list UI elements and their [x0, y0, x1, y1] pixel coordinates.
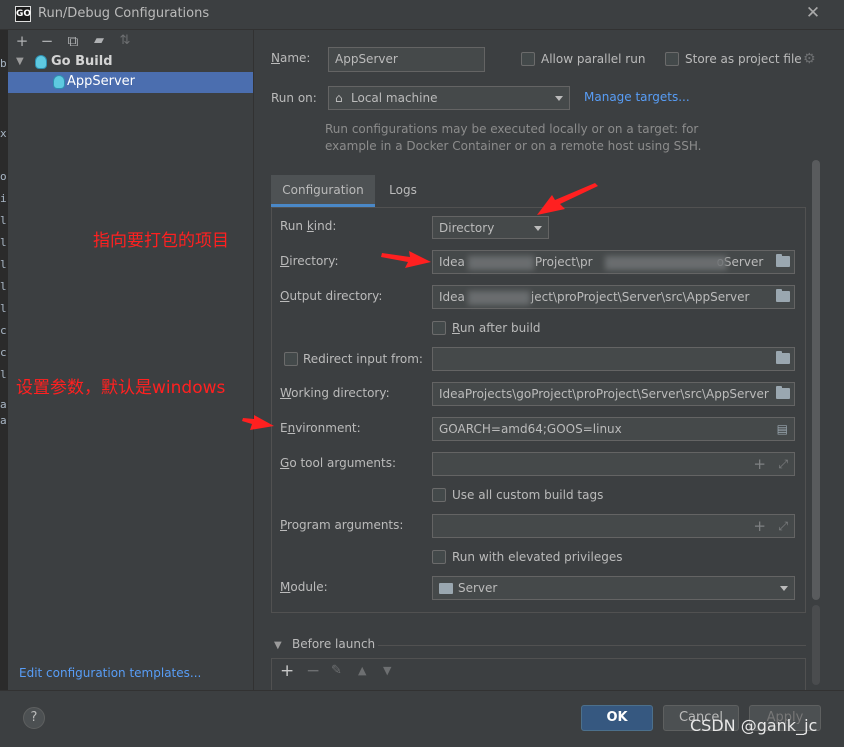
annotation-arrow-directory [381, 251, 431, 268]
annotation-arrow-run-kind [537, 183, 598, 215]
annotation-arrows [242, 183, 598, 430]
csdn-watermark: CSDN @gank_jc [690, 716, 818, 735]
annotation-arrow-environment [242, 415, 274, 430]
